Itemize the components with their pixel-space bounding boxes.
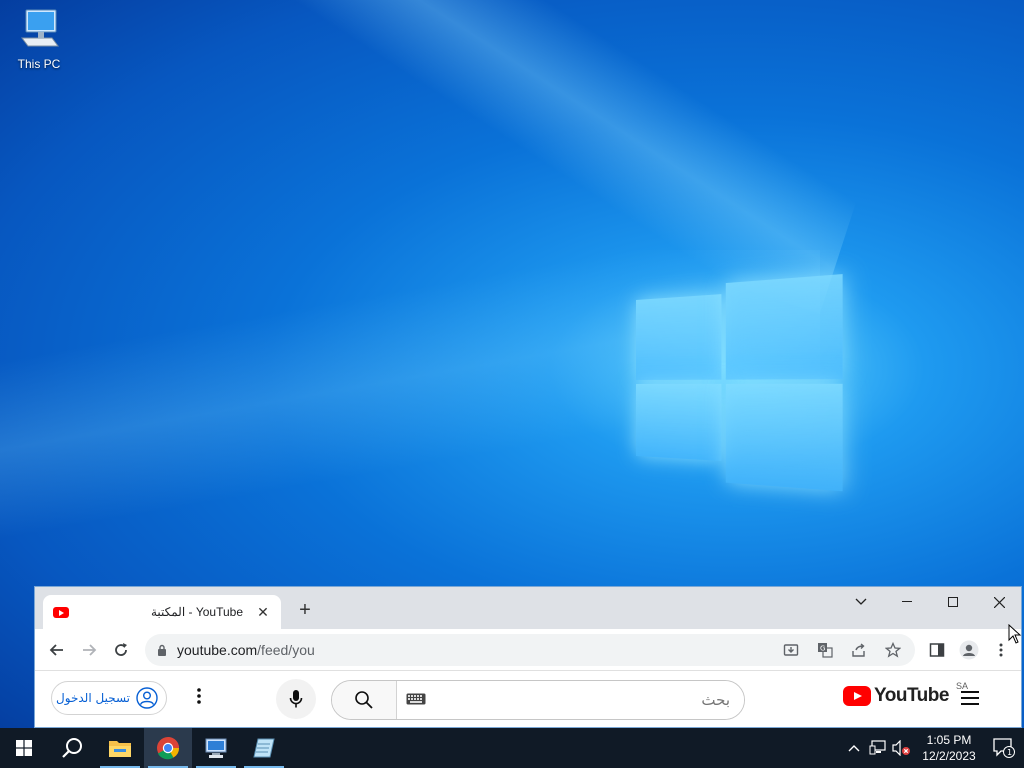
- bookmark-button[interactable]: [877, 634, 909, 666]
- maximize-icon: [948, 597, 958, 607]
- tab-title: المكتبة - YouTube: [150, 605, 243, 619]
- close-window-button[interactable]: [976, 587, 1022, 617]
- share-icon: [852, 643, 865, 657]
- minimize-button[interactable]: [884, 587, 930, 617]
- file-explorer-icon: [109, 741, 131, 757]
- address-bar[interactable]: youtube.com/feed/you G: [145, 634, 915, 666]
- url-host: youtube.com: [177, 642, 258, 658]
- country-code: SA: [955, 681, 968, 691]
- clock-date: 12/2/2023: [922, 749, 976, 763]
- share-button[interactable]: [843, 634, 875, 666]
- menu-icon: [999, 643, 1003, 657]
- profile-icon: [959, 640, 979, 660]
- search-button[interactable]: [332, 681, 397, 719]
- maximize-button[interactable]: [930, 587, 976, 617]
- translate-icon: G: [818, 643, 833, 658]
- start-icon: [16, 740, 32, 756]
- reload-button[interactable]: [105, 634, 137, 666]
- notification-icon: 1: [993, 738, 1015, 758]
- volume-button[interactable]: [890, 728, 914, 768]
- search-input[interactable]: [397, 681, 744, 719]
- youtube-wordmark: YouTube: [874, 685, 949, 706]
- light-beam: [58, 0, 901, 314]
- translate-button[interactable]: G: [809, 634, 841, 666]
- desktop-icon-this-pc[interactable]: This PC: [10, 8, 68, 71]
- notification-count: 1: [1007, 748, 1012, 757]
- new-tab-button[interactable]: +: [293, 599, 317, 621]
- close-icon: [993, 596, 1005, 608]
- guide-menu-button[interactable]: [961, 691, 979, 709]
- mouse-cursor-icon: [1008, 624, 1022, 644]
- keyboard-icon[interactable]: [406, 693, 426, 705]
- chevron-down-icon: [855, 598, 867, 605]
- reload-icon: [115, 642, 127, 656]
- youtube-header: تسجيل الدخول YouTube SA: [35, 671, 1021, 727]
- network-status-button[interactable]: [866, 728, 890, 768]
- lock-icon: [158, 644, 166, 656]
- profile-button[interactable]: [953, 634, 985, 666]
- install-icon: [783, 644, 799, 656]
- taskbar-file-explorer[interactable]: [96, 728, 144, 768]
- browser-toolbar: youtube.com/feed/you G: [35, 629, 1021, 671]
- side-panel-icon: [929, 643, 945, 657]
- side-panel-button[interactable]: [921, 634, 953, 666]
- network-icon: [869, 740, 886, 755]
- windows-logo-wallpaper: [636, 274, 843, 496]
- tab-youtube[interactable]: المكتبة - YouTube ✕: [43, 595, 281, 629]
- forward-icon: [83, 643, 97, 656]
- computer-icon: [21, 9, 59, 47]
- youtube-favicon-icon: [53, 606, 69, 618]
- sign-in-label: تسجيل الدخول: [56, 691, 130, 705]
- sign-in-button[interactable]: تسجيل الدخول: [51, 681, 167, 715]
- microphone-icon: [289, 690, 303, 708]
- chevron-up-icon: [848, 745, 860, 752]
- search-box: [331, 680, 745, 720]
- notepad-icon: [253, 738, 275, 758]
- more-vert-icon: [197, 688, 201, 704]
- chrome-icon: [157, 737, 179, 760]
- settings-menu-button[interactable]: [191, 687, 207, 711]
- minimize-icon: [902, 601, 912, 602]
- install-app-button[interactable]: [775, 634, 807, 666]
- show-hidden-icons-button[interactable]: [842, 728, 866, 768]
- action-center-button[interactable]: 1: [984, 728, 1024, 768]
- start-button[interactable]: [0, 728, 48, 768]
- volume-muted-icon: [892, 740, 910, 756]
- search-icon: [355, 691, 373, 709]
- back-icon: [49, 643, 63, 656]
- svg-text:G: G: [820, 645, 825, 653]
- youtube-logo[interactable]: YouTube SA: [843, 681, 968, 707]
- tab-search-button[interactable]: [838, 587, 884, 617]
- bookmark-star-icon: [885, 642, 901, 658]
- back-button[interactable]: [41, 634, 73, 666]
- url-path: /feed/you: [257, 642, 315, 658]
- taskbar-notepad[interactable]: [240, 728, 288, 768]
- chrome-window: المكتبة - YouTube ✕ + youtube.com/feed/y…: [34, 586, 1022, 728]
- clock-time: 1:05 PM: [926, 733, 972, 747]
- taskbar-network-app[interactable]: [192, 728, 240, 768]
- search-icon: [62, 738, 82, 758]
- taskbar-search-button[interactable]: [48, 728, 96, 768]
- tab-close-button[interactable]: ✕: [255, 604, 271, 621]
- desktop-icon-label: This PC: [17, 57, 61, 71]
- network-computer-icon: [205, 738, 227, 758]
- forward-button[interactable]: [73, 634, 105, 666]
- clock[interactable]: 1:05 PM 12/2/2023: [914, 732, 984, 764]
- system-tray: 1:05 PM 12/2/2023 1: [842, 728, 1024, 768]
- youtube-play-icon: [843, 686, 871, 706]
- voice-search-button[interactable]: [276, 679, 316, 719]
- url-text: youtube.com/feed/you: [177, 642, 315, 658]
- tab-strip: المكتبة - YouTube ✕ +: [35, 587, 1021, 629]
- taskbar: 1:05 PM 12/2/2023 1: [0, 728, 1024, 768]
- taskbar-chrome[interactable]: [144, 728, 192, 768]
- account-circle-icon: [136, 687, 158, 709]
